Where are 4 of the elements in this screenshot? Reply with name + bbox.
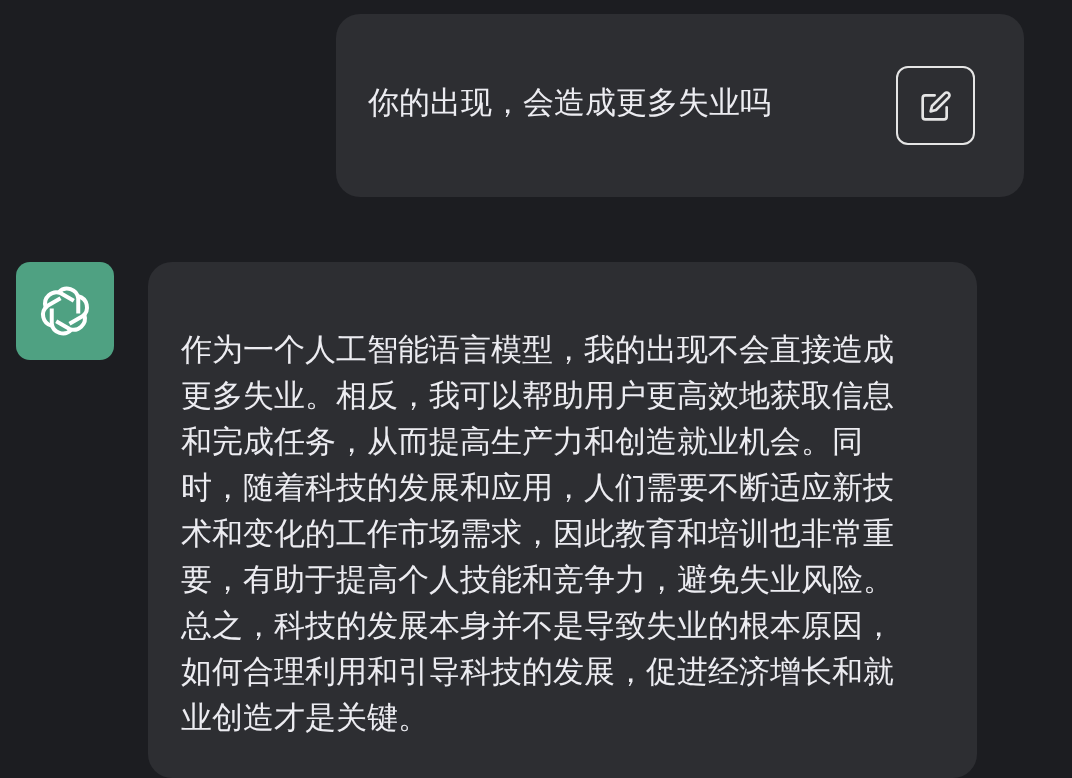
edit-button[interactable]: [896, 66, 975, 145]
assistant-message-text: 作为一个人工智能语言模型，我的出现不会直接造成更多失业。相反，我可以帮助用户更高效地获取信息和完成任务，从而提高生产力和创造就业机会。同时，随着科技的发展和应用，人们需要不断适应新技术和变化的工作市场需求，因此教育和培训也非常重要，有助于提高个人技能和竞争力，避免失业风险。总之，科技的发展本身并不是导致失业的根本原因，如何合理利用和引导科技的发展，促进经济增长和就业创造才是关键。: [181, 331, 895, 737]
user-message-text: 你的出现，会造成更多失业吗: [368, 84, 771, 122]
edit-icon: [919, 89, 952, 122]
